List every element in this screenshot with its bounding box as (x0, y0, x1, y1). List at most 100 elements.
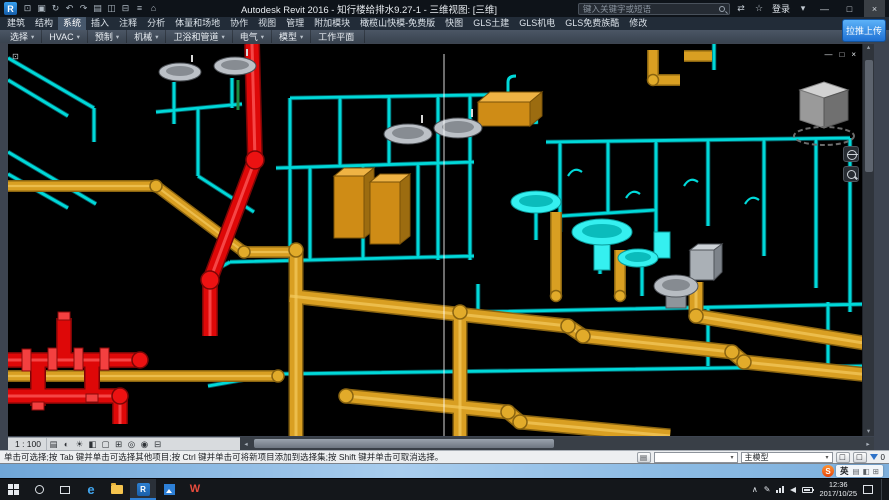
maximize-button[interactable]: □ (839, 0, 860, 17)
ribbon-tab[interactable]: 附加模块 (309, 17, 355, 30)
start-button[interactable] (0, 479, 26, 500)
ribbon-tab[interactable]: 系统 (58, 17, 86, 30)
task-view-button[interactable] (52, 479, 78, 500)
quick-access-icon[interactable]: ▤ (91, 3, 104, 14)
sogou-ime-icon[interactable]: S (822, 465, 834, 477)
pen-icon[interactable]: ✎ (764, 485, 771, 494)
worksets-icon[interactable]: ▤ (637, 452, 651, 463)
ribbon-panel-item[interactable]: 工作平面 (311, 30, 365, 43)
view-minimize-icon[interactable]: — (824, 50, 832, 59)
ribbon-tab[interactable]: 体量和场地 (170, 17, 225, 30)
horizontal-scrollbar-thumb[interactable] (254, 439, 554, 448)
quick-access-icon[interactable]: ↶ (63, 3, 76, 14)
exclude-options-toggle[interactable]: ☐ (836, 452, 850, 463)
login-button[interactable]: 登录 (770, 2, 792, 15)
scroll-down-icon[interactable]: ▾ (867, 429, 870, 435)
ribbon-tab[interactable]: 视图 (253, 17, 281, 30)
ribbon-tab[interactable]: 分析 (142, 17, 170, 30)
ime-mode-indicator[interactable]: 英 (840, 465, 849, 477)
zoom-icon[interactable] (843, 166, 859, 182)
ribbon-tab[interactable]: 修改 (624, 17, 652, 30)
revit-app-menu-icon[interactable]: R (4, 2, 17, 15)
ribbon-tab[interactable]: GLS机电 (514, 17, 560, 30)
view-cube[interactable] (794, 82, 854, 145)
ribbon-panel-item[interactable]: HVAC▾ (42, 30, 88, 43)
scroll-right-icon[interactable]: ▸ (862, 440, 874, 448)
view-properties-icon[interactable]: ⊡ (12, 52, 19, 61)
tray-chevron-up-icon[interactable]: ∧ (752, 485, 758, 494)
3d-viewport[interactable]: ⊡ — □ × (8, 44, 862, 436)
view-control-icon[interactable]: ▤ (47, 439, 60, 450)
battery-icon[interactable] (802, 487, 813, 493)
quick-access-icon[interactable]: ⊡ (21, 3, 34, 14)
workset-dropdown[interactable]: ▾ (654, 452, 738, 463)
ribbon-tab[interactable]: 结构 (30, 17, 58, 30)
search-taskbar-button[interactable] (26, 479, 52, 500)
ribbon-tab[interactable]: 建筑 (2, 17, 30, 30)
ribbon-panel-item[interactable]: 预制▾ (88, 30, 127, 43)
ribbon-tab[interactable]: 插入 (86, 17, 114, 30)
vertical-scrollbar[interactable]: ▴ ▾ (862, 44, 874, 436)
view-control-icon[interactable]: ⊟ (151, 439, 164, 450)
view-control-icon[interactable]: ☀ (73, 439, 86, 450)
ribbon-tab[interactable]: 协作 (225, 17, 253, 30)
ribbon-tab[interactable]: 管理 (281, 17, 309, 30)
ribbon-tab[interactable]: 快图 (440, 17, 468, 30)
ribbon-panel-item[interactable]: 选择▾ (3, 30, 42, 43)
ribbon-panel-item[interactable]: 模型▾ (272, 30, 311, 43)
steering-wheel-icon[interactable] (843, 146, 859, 162)
quick-access-icon[interactable]: ⌂ (147, 3, 160, 14)
ribbon-tab[interactable]: GLS土建 (468, 17, 514, 30)
revit-app-button[interactable]: R (130, 479, 156, 500)
press-drag-toggle[interactable]: ☐ (853, 452, 867, 463)
view-control-icon[interactable]: ◎ (125, 439, 138, 450)
quick-access-icon[interactable]: ↻ (49, 3, 62, 14)
file-explorer-button[interactable] (104, 479, 130, 500)
ribbon-tab[interactable]: 注释 (114, 17, 142, 30)
search-input[interactable]: 键入关键字或短语 (578, 3, 730, 15)
design-option-dropdown[interactable]: 主模型 ▾ (741, 452, 833, 463)
vertical-scrollbar-thumb[interactable] (865, 60, 873, 172)
quick-access-icon[interactable]: ≡ (133, 3, 146, 14)
plugin-upload-button[interactable]: 拉推上传 (842, 19, 886, 42)
network-icon[interactable] (776, 486, 784, 493)
exchange-apps-icon[interactable]: ⇄ (734, 3, 748, 14)
ribbon-panel-item[interactable]: 卫浴和管道▾ (166, 30, 232, 43)
view-control-icon[interactable]: ◧ (86, 439, 99, 450)
ribbon-tab[interactable]: 橄榄山快模-免费版 (355, 17, 440, 30)
close-button[interactable]: × (864, 0, 885, 17)
wps-app-button[interactable]: W (182, 479, 208, 500)
quick-access-icon[interactable]: ⊟ (119, 3, 132, 14)
horizontal-scrollbar-track[interactable] (252, 437, 862, 450)
ime-icon[interactable]: ◧ (863, 467, 870, 476)
scroll-left-icon[interactable]: ◂ (240, 440, 252, 448)
scale-button[interactable]: 1 : 100 (10, 438, 47, 450)
ribbon-tab[interactable]: GLS免费族酷 (560, 17, 624, 30)
view-restore-icon[interactable]: □ (839, 50, 844, 59)
filter-icon[interactable] (870, 454, 878, 460)
3d-scene-canvas[interactable] (8, 44, 862, 436)
quick-access-icon[interactable]: ↷ (77, 3, 90, 14)
cyan-pipe-network[interactable] (8, 44, 862, 386)
view-control-icon[interactable]: ◐ (60, 439, 73, 449)
yellow-pipe-network[interactable] (8, 50, 862, 436)
login-dropdown-icon[interactable]: ▾ (796, 3, 810, 14)
minimize-button[interactable]: — (814, 0, 835, 17)
ribbon-panel-item[interactable]: 机械▾ (127, 30, 166, 43)
search-icon[interactable] (719, 6, 725, 12)
view-control-icon[interactable]: ▢ (99, 439, 112, 450)
photos-app-button[interactable] (156, 479, 182, 500)
show-desktop-button[interactable] (881, 479, 885, 500)
horizontal-scrollbar[interactable]: ◂ ▸ (240, 437, 874, 450)
edge-app-button[interactable]: e (78, 479, 104, 500)
ime-icon[interactable]: ▤ (853, 467, 860, 476)
taskbar-clock[interactable]: 12:36 2017/10/25 (819, 481, 857, 498)
view-close-icon[interactable]: × (851, 50, 856, 59)
view-control-icon[interactable]: ◉ (138, 439, 151, 450)
scroll-up-icon[interactable]: ▴ (867, 45, 870, 51)
action-center-icon[interactable] (863, 485, 873, 494)
quick-access-icon[interactable]: ◫ (105, 3, 118, 14)
favorites-icon[interactable]: ☆ (752, 3, 766, 14)
volume-icon[interactable] (790, 487, 796, 493)
view-control-icon[interactable]: ⊞ (112, 439, 125, 450)
